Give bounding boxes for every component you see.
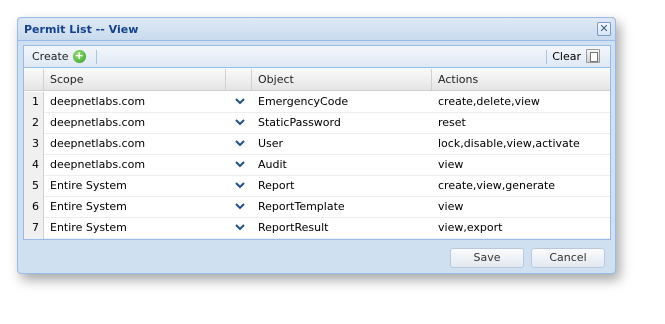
row-number: 7 xyxy=(24,218,44,239)
table-row[interactable]: 5 Entire System Report create,view,generate xyxy=(24,176,610,197)
toolbar-separator xyxy=(546,50,547,64)
table-row[interactable]: 4 deepnetlabs.com Audit view xyxy=(24,155,610,176)
close-icon[interactable]: ✕ xyxy=(597,22,611,36)
permit-grid-panel: Create + Clear Scope Object Actions 1 dee… xyxy=(23,45,611,240)
object-cell[interactable]: StaticPassword xyxy=(252,113,432,134)
actions-cell[interactable]: create,view,generate xyxy=(432,176,610,197)
scope-cell[interactable]: deepnetlabs.com xyxy=(44,92,226,113)
actions-cell[interactable]: view xyxy=(432,197,610,218)
header-blank xyxy=(226,69,252,91)
clear-button[interactable]: Clear xyxy=(552,49,600,63)
chevron-down-icon[interactable] xyxy=(235,117,245,127)
object-cell[interactable]: Audit xyxy=(252,155,432,176)
scope-cell[interactable]: deepnetlabs.com xyxy=(44,155,226,176)
table-row[interactable]: 3 deepnetlabs.com User lock,disable,view,ac… xyxy=(24,134,610,155)
header-object[interactable]: Object xyxy=(252,69,432,91)
object-cell[interactable]: User xyxy=(252,134,432,155)
scope-cell[interactable]: deepnetlabs.com xyxy=(44,113,226,134)
table-row[interactable]: 1 deepnetlabs.com EmergencyCode create,dele… xyxy=(24,92,610,113)
object-cell[interactable]: EmergencyCode xyxy=(252,92,432,113)
actions-cell[interactable]: create,delete,view xyxy=(432,92,610,113)
toolbar-separator xyxy=(96,50,97,64)
grid-header: Scope Object Actions xyxy=(24,69,610,91)
object-cell[interactable]: ReportResult xyxy=(252,218,432,239)
header-rownum xyxy=(24,69,44,91)
save-button[interactable]: Save xyxy=(450,248,524,268)
scope-cell[interactable]: Entire System xyxy=(44,218,226,239)
chevron-down-icon[interactable] xyxy=(235,201,245,211)
table-row[interactable]: 2 deepnetlabs.com StaticPassword reset xyxy=(24,113,610,134)
object-cell[interactable]: ReportTemplate xyxy=(252,197,432,218)
cancel-button[interactable]: Cancel xyxy=(531,248,605,268)
row-number: 2 xyxy=(24,113,44,134)
create-label: Create xyxy=(32,50,69,63)
row-number: 5 xyxy=(24,176,44,197)
scope-cell[interactable]: Entire System xyxy=(44,197,226,218)
chevron-down-icon[interactable] xyxy=(235,159,245,169)
actions-cell[interactable]: reset xyxy=(432,113,610,134)
actions-cell[interactable]: view,export xyxy=(432,218,610,239)
object-cell[interactable]: Report xyxy=(252,176,432,197)
actions-cell[interactable]: view xyxy=(432,155,610,176)
actions-cell[interactable]: lock,disable,view,activate xyxy=(432,134,610,155)
window-titlebar: Permit List -- View ✕ xyxy=(18,18,615,41)
clear-icon xyxy=(586,49,600,63)
chevron-down-icon[interactable] xyxy=(235,96,245,106)
scope-cell[interactable]: deepnetlabs.com xyxy=(44,134,226,155)
chevron-down-icon[interactable] xyxy=(235,138,245,148)
chevron-down-icon[interactable] xyxy=(235,222,245,232)
chevron-down-icon[interactable] xyxy=(235,180,245,190)
window-title: Permit List -- View xyxy=(24,23,139,36)
row-number: 6 xyxy=(24,197,44,218)
grid-toolbar: Create + Clear xyxy=(24,46,610,68)
row-number: 3 xyxy=(24,134,44,155)
header-scope[interactable]: Scope xyxy=(44,69,226,91)
table-row[interactable]: 6 Entire System ReportTemplate view xyxy=(24,197,610,218)
header-actions[interactable]: Actions xyxy=(432,69,610,91)
table-row[interactable]: 7 Entire System ReportResult view,export xyxy=(24,218,610,239)
create-button[interactable]: Create + xyxy=(32,50,86,63)
row-number: 4 xyxy=(24,155,44,176)
clear-label: Clear xyxy=(552,49,581,63)
permit-list-window: Permit List -- View ✕ Create + Clear Sco… xyxy=(17,17,616,274)
scope-cell[interactable]: Entire System xyxy=(44,176,226,197)
row-number: 1 xyxy=(24,92,44,113)
plus-icon: + xyxy=(72,49,86,63)
